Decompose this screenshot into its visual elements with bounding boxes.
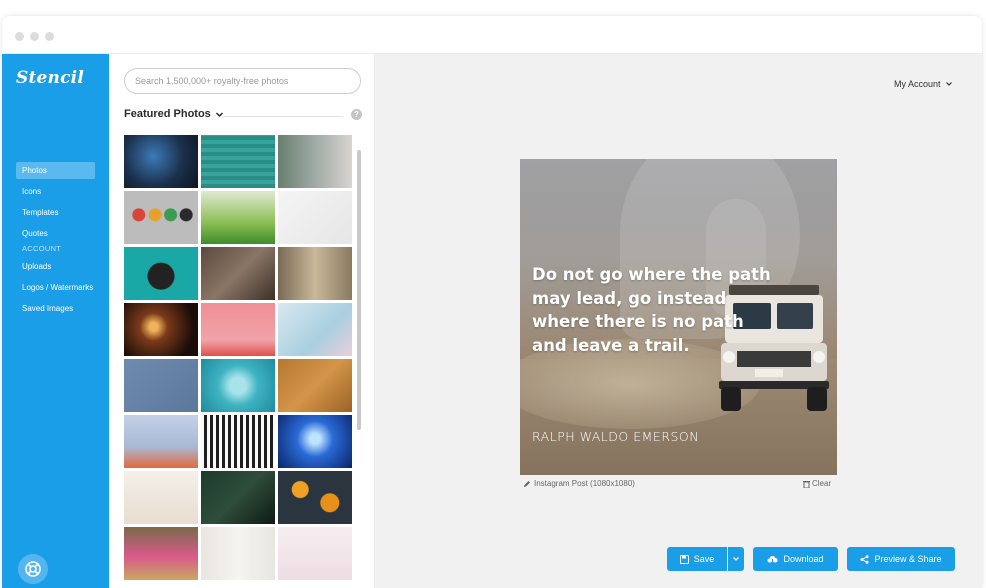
window-maximize-dot[interactable] bbox=[45, 32, 54, 41]
preview-share-button[interactable]: Preview & Share bbox=[847, 547, 955, 571]
featured-divider bbox=[223, 116, 343, 117]
canvas-size-label: Instagram Post (1080x1080) bbox=[534, 479, 635, 488]
sidebar-item-icons[interactable]: Icons bbox=[16, 183, 95, 200]
download-button[interactable]: Download bbox=[753, 547, 838, 571]
photo-thumbnail-plants-pad[interactable] bbox=[201, 527, 275, 580]
photo-search-input[interactable] bbox=[124, 68, 361, 94]
photo-thumbnail-note-card[interactable] bbox=[124, 359, 198, 412]
floppy-disk-icon bbox=[679, 554, 689, 564]
photo-thumbnail-butterflies[interactable] bbox=[124, 135, 198, 188]
help-info-icon[interactable]: ? bbox=[351, 109, 362, 120]
share-icon bbox=[860, 554, 869, 564]
sidebar-item-templates[interactable]: Templates bbox=[16, 204, 95, 221]
account-heading: ACCOUNT bbox=[22, 244, 62, 253]
window-minimize-dot[interactable] bbox=[30, 32, 39, 41]
chevron-down-icon bbox=[945, 82, 952, 86]
photo-thumbnail-teal-wall[interactable] bbox=[201, 135, 275, 188]
photo-thumbnail-calendar[interactable] bbox=[124, 471, 198, 524]
photo-thumbnail-man-laptop[interactable] bbox=[278, 135, 352, 188]
sidebar: Stencil Photos Icons Templates Quotes AC… bbox=[2, 54, 109, 588]
photo-grid-scrollbar[interactable] bbox=[357, 150, 361, 430]
featured-photos-dropdown[interactable]: Featured Photos bbox=[124, 108, 224, 120]
stencil-logo[interactable]: Stencil bbox=[16, 68, 84, 88]
window-close-dot[interactable] bbox=[15, 32, 24, 41]
photo-panel: Featured Photos ? bbox=[109, 54, 375, 588]
window-titlebar bbox=[2, 16, 982, 54]
photo-thumbnail-succulent[interactable] bbox=[201, 359, 275, 412]
clear-button[interactable]: Clear bbox=[803, 479, 831, 488]
cloud-download-icon bbox=[767, 555, 779, 564]
save-button[interactable]: Save bbox=[667, 547, 727, 571]
sidebar-item-uploads[interactable]: Uploads bbox=[16, 258, 95, 275]
photo-thumbnail-candles[interactable] bbox=[124, 303, 198, 356]
photo-thumbnail-laptop-typing[interactable] bbox=[201, 415, 275, 468]
photo-thumbnail-lightbulb[interactable] bbox=[278, 415, 352, 468]
design-canvas[interactable]: Do not go where the path may lead, go in… bbox=[520, 159, 837, 475]
photo-thumbnail-pink-mug[interactable] bbox=[278, 527, 352, 580]
preview-share-label: Preview & Share bbox=[874, 554, 942, 564]
photo-thumbnail-turntable[interactable] bbox=[124, 247, 198, 300]
clear-label: Clear bbox=[812, 479, 832, 488]
photo-thumbnail-green-notebook[interactable] bbox=[278, 359, 352, 412]
quote-author[interactable]: RALPH WALDO EMERSON bbox=[532, 429, 699, 444]
my-account-label: My Account bbox=[894, 79, 941, 89]
photo-thumbnail-football-player[interactable] bbox=[201, 471, 275, 524]
quote-text[interactable]: Do not go where the path may lead, go in… bbox=[532, 263, 772, 357]
photo-thumbnail-white-desk[interactable] bbox=[278, 191, 352, 244]
save-options-button[interactable] bbox=[728, 547, 744, 571]
lifebuoy-icon bbox=[25, 561, 41, 577]
sidebar-item-photos[interactable]: Photos bbox=[16, 162, 95, 179]
save-label: Save bbox=[693, 554, 715, 564]
photo-thumbnail-orange-flowers[interactable] bbox=[278, 471, 352, 524]
download-label: Download bbox=[783, 554, 824, 564]
photo-thumbnail-paint-cups[interactable] bbox=[124, 191, 198, 244]
trash-icon bbox=[803, 480, 810, 488]
help-button[interactable] bbox=[18, 554, 48, 584]
photo-thumbnail-blue-jars[interactable] bbox=[278, 303, 352, 356]
chevron-down-icon bbox=[215, 111, 223, 117]
photo-thumbnail-cat-window[interactable] bbox=[278, 247, 352, 300]
photo-thumbnail-flamingo[interactable] bbox=[124, 415, 198, 468]
photo-grid bbox=[124, 135, 352, 588]
pencil-icon bbox=[524, 480, 530, 487]
photo-thumbnail-pink-rose[interactable] bbox=[124, 527, 198, 580]
sidebar-item-logos-watermarks[interactable]: Logos / Watermarks bbox=[16, 279, 95, 296]
featured-photos-label: Featured Photos bbox=[124, 108, 211, 120]
canvas-size-caption[interactable]: Instagram Post (1080x1080) bbox=[523, 479, 635, 488]
sidebar-item-saved-images[interactable]: Saved Images bbox=[16, 300, 95, 317]
chevron-down-icon bbox=[733, 557, 739, 561]
sidebar-item-quotes[interactable]: Quotes bbox=[16, 225, 95, 242]
photo-thumbnail-desk-topview[interactable] bbox=[201, 247, 275, 300]
photo-thumbnail-pink-flower[interactable] bbox=[201, 303, 275, 356]
my-account-menu[interactable]: My Account bbox=[894, 79, 953, 89]
photo-thumbnail-green-tea[interactable] bbox=[201, 191, 275, 244]
